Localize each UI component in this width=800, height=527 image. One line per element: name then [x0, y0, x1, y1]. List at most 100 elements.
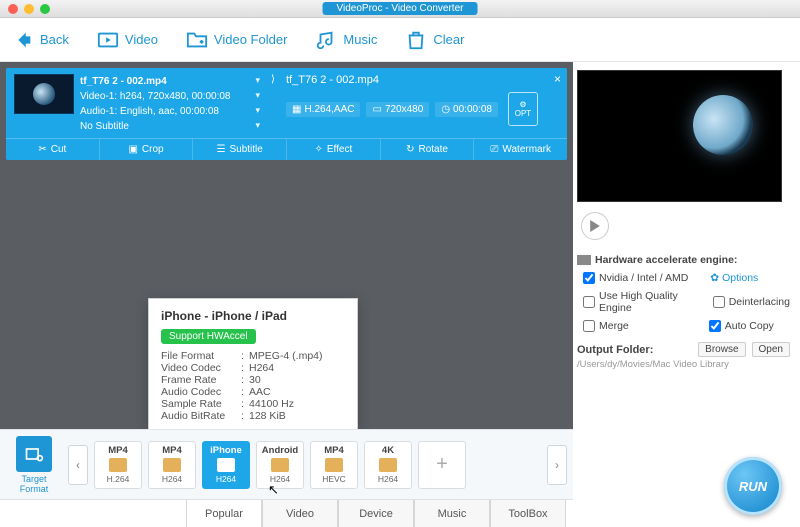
effect-button[interactable]: ✧Effect [287, 139, 381, 160]
gear-icon: ⚙ [519, 100, 526, 109]
watermark-button[interactable]: ⎚Watermark [474, 139, 567, 160]
auto-copy-checkbox[interactable]: Auto Copy [709, 320, 774, 332]
crop-button[interactable]: ▣Crop [100, 139, 194, 160]
opt-label: OPT [515, 109, 531, 118]
folder-icon [186, 29, 208, 51]
cut-button[interactable]: ✂Cut [6, 139, 100, 160]
open-folder-button[interactable]: Open [752, 342, 790, 357]
format-preset[interactable]: AndroidH264 [256, 441, 304, 489]
add-video-button[interactable]: Video [97, 29, 158, 51]
hw-accel-checkbox[interactable]: Nvidia / Intel / AMD [583, 272, 688, 284]
back-arrow-icon [12, 29, 34, 51]
tooltip-row: Frame Rate:30 [161, 374, 345, 386]
subtitle-button[interactable]: ☰Subtitle [193, 139, 287, 160]
clear-button[interactable]: Clear [405, 29, 464, 51]
tooltip-row: Video Codec:H264 [161, 362, 345, 374]
clock-icon: ◷ [441, 104, 450, 115]
minimize-window-icon[interactable] [24, 4, 34, 14]
video-preview [577, 70, 782, 202]
chevron-down-icon[interactable]: ▾ [255, 119, 260, 134]
source-video-track: Video-1: h264, 720x480, 00:00:08 [80, 89, 231, 104]
output-folder-label: Output Folder: [577, 344, 653, 356]
close-window-icon[interactable] [8, 4, 18, 14]
bottom-tab[interactable]: ToolBox [490, 500, 566, 527]
browse-button[interactable]: Browse [698, 342, 745, 357]
run-button[interactable]: RUN [724, 457, 782, 515]
play-button[interactable] [581, 212, 609, 240]
bottom-tab[interactable]: Device [338, 500, 414, 527]
target-format-icon [16, 436, 52, 472]
remove-item-button[interactable]: × [554, 72, 561, 86]
magic-wand-icon: ✧ [314, 144, 322, 155]
scissors-icon: ✂ [38, 144, 46, 155]
zoom-window-icon[interactable] [40, 4, 50, 14]
merge-checkbox[interactable]: Merge [583, 320, 629, 332]
gear-icon: ✿ [710, 272, 719, 284]
music-icon [315, 29, 337, 51]
video-folder-label: Video Folder [214, 32, 287, 47]
hq-engine-checkbox[interactable]: Use High Quality Engine [583, 290, 691, 314]
item-list-area: iPhone - iPhone / iPad Support HWAccel F… [0, 160, 573, 429]
window-controls [0, 4, 50, 14]
tooltip-row: Audio BitRate:128 KiB [161, 410, 345, 422]
tooltip-row: Sample Rate:44100 Hz [161, 398, 345, 410]
format-preset[interactable]: MP4H264 [148, 441, 196, 489]
rotate-icon: ↻ [406, 144, 414, 155]
bottom-tab[interactable]: Music [414, 500, 490, 527]
formats-next-button[interactable]: › [547, 445, 567, 485]
formats-prev-button[interactable]: ‹ [68, 445, 88, 485]
subtitle-icon: ☰ [217, 144, 226, 155]
add-format-button[interactable]: + [418, 441, 466, 489]
side-panel: Hardware accelerate engine: Nvidia / Int… [573, 62, 800, 527]
video-label: Video [125, 32, 158, 47]
preview-content [693, 95, 753, 155]
format-tooltip: iPhone - iPhone / iPad Support HWAccel F… [148, 298, 358, 431]
format-preset[interactable]: MP4HEVC [310, 441, 358, 489]
format-preset[interactable]: iPhoneH264 [202, 441, 250, 489]
source-metadata: tf_T76 2 - 002.mp4 ▾ Video-1: h264, 720x4… [80, 74, 260, 134]
arrow-right-icon: ⟩ [266, 74, 280, 85]
output-filename: tf_T76 2 - 002.mp4 [286, 74, 559, 86]
app-title: VideoProc - Video Converter [323, 2, 478, 15]
hw-options-button[interactable]: ✿Options [710, 272, 758, 284]
output-folder-path: /Users/dy/Movies/Mac Video Library [577, 359, 790, 370]
resolution-icon: ▭ [372, 104, 381, 115]
format-strip: Target Format ‹ MP4H.264MP4H264iPhoneH26… [0, 429, 573, 499]
chevron-down-icon[interactable]: ▾ [255, 104, 260, 119]
format-preset[interactable]: 4KH264 [364, 441, 412, 489]
rotate-button[interactable]: ↻Rotate [381, 139, 475, 160]
tooltip-row: Audio Codec:AAC [161, 386, 345, 398]
chip-icon [577, 255, 591, 265]
bottom-tabs: PopularVideoDeviceMusicToolBox [0, 499, 573, 527]
clear-label: Clear [433, 32, 464, 47]
source-audio-track: Audio-1: English, aac, 00:00:08 [80, 104, 219, 119]
back-label: Back [40, 32, 69, 47]
run-label: RUN [739, 479, 767, 494]
source-filename: tf_T76 2 - 002.mp4 [80, 74, 167, 89]
codec-options-button[interactable]: ⚙ OPT [508, 92, 538, 126]
resolution-badge: ▭720x480 [366, 102, 429, 117]
add-music-button[interactable]: Music [315, 29, 377, 51]
format-preset[interactable]: MP4H.264 [94, 441, 142, 489]
back-button[interactable]: Back [12, 29, 69, 51]
video-icon [97, 29, 119, 51]
crop-icon: ▣ [128, 144, 137, 155]
hwaccel-badge: Support HWAccel [161, 329, 256, 344]
video-item-card[interactable]: × tf_T76 2 - 002.mp4 ▾ Video-1: h264, 720… [6, 68, 567, 160]
trash-icon [405, 29, 427, 51]
watermark-icon: ⎚ [490, 144, 498, 155]
hw-accel-header: Hardware accelerate engine: [577, 254, 790, 266]
deinterlacing-checkbox[interactable]: Deinterlacing [713, 296, 790, 308]
add-video-folder-button[interactable]: Video Folder [186, 29, 287, 51]
chevron-down-icon[interactable]: ▾ [255, 89, 260, 104]
title-bar: VideoProc - Video Converter [0, 0, 800, 18]
tooltip-row: File Format:MPEG-4 (.mp4) [161, 350, 345, 362]
bottom-tab[interactable]: Video [262, 500, 338, 527]
film-icon: ▦ [292, 104, 301, 115]
chevron-down-icon[interactable]: ▾ [255, 74, 260, 89]
edit-toolbar: ✂Cut ▣Crop ☰Subtitle ✧Effect ↻Rotate ⎚Wa… [6, 138, 567, 160]
codec-badge: ▦H.264,AAC [286, 102, 360, 117]
source-subtitle: No Subtitle [80, 119, 129, 134]
output-spec: tf_T76 2 - 002.mp4 ▦H.264,AAC ▭720x480 ◷… [286, 74, 559, 126]
bottom-tab[interactable]: Popular [186, 500, 262, 527]
